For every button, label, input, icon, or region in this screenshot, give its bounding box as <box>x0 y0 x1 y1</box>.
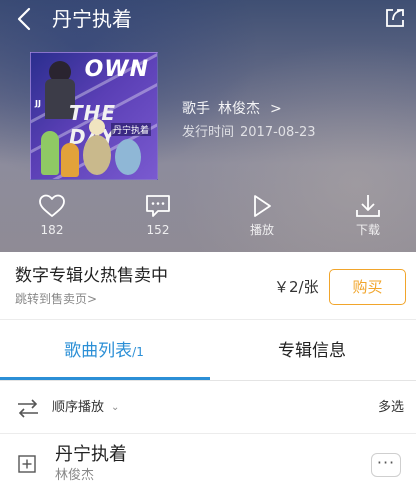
cover-character <box>115 139 141 175</box>
tab-album-info[interactable]: 专辑信息 <box>208 321 416 381</box>
download-icon <box>356 195 380 217</box>
play-button[interactable]: 播放 <box>232 194 292 246</box>
album-header: 丹宁执着 JJ OWN THE DAY 丹宁执着 歌手 林俊杰 > <box>0 0 416 252</box>
buy-button[interactable]: 购买 <box>329 269 406 305</box>
like-button[interactable]: 182 <box>22 194 82 246</box>
chevron-left-icon <box>17 7 31 31</box>
download-label: 下载 <box>355 223 380 237</box>
download-button[interactable]: 下载 <box>338 194 398 246</box>
purchase-link[interactable]: 跳转到售卖页> <box>15 291 97 307</box>
back-button[interactable] <box>12 6 38 32</box>
cover-character <box>83 135 111 175</box>
comment-count: 152 <box>146 223 170 237</box>
cover-character <box>61 143 79 177</box>
tab-album-info-label: 专辑信息 <box>278 341 346 361</box>
heart-icon <box>39 194 65 217</box>
tab-song-list[interactable]: 歌曲列表/1 <box>0 321 208 381</box>
song-artist: 林俊杰 <box>55 468 95 483</box>
comment-icon <box>146 195 170 217</box>
release-date: 2017-08-23 <box>240 125 316 140</box>
song-title: 丹宁执着 <box>55 444 127 465</box>
action-bar: 182 152 播放 下载 <box>0 194 416 246</box>
play-icon <box>254 195 271 217</box>
purchase-title: 数字专辑火热售卖中 <box>15 266 168 286</box>
album-tabs: 歌曲列表/1 专辑信息 <box>0 321 416 381</box>
share-icon <box>386 9 404 27</box>
share-button[interactable] <box>384 7 406 29</box>
multi-select-button[interactable]: 多选 <box>378 399 404 417</box>
chevron-down-icon[interactable]: ⌄ <box>111 399 119 417</box>
like-count: 182 <box>40 223 64 237</box>
playlist-toolbar: 顺序播放 ⌄ 多选 <box>0 382 416 434</box>
add-to-playlist-button[interactable] <box>18 455 36 473</box>
play-order-button[interactable] <box>17 398 39 418</box>
cover-character <box>89 119 105 135</box>
cover-character <box>41 131 59 175</box>
artist-link[interactable]: 歌手 林俊杰 > <box>182 100 316 118</box>
purchase-banner: 数字专辑火热售卖中 跳转到售卖页> ￥2/张 购买 <box>0 252 416 320</box>
album-info: 歌手 林俊杰 > 发行时间 2017-08-23 <box>182 100 316 141</box>
repeat-order-icon <box>18 399 38 418</box>
more-options-button[interactable]: ··· <box>371 453 401 477</box>
artist-name: 林俊杰 <box>218 101 260 117</box>
play-label: 播放 <box>249 223 274 237</box>
chevron-right-icon: > <box>270 101 282 117</box>
cover-jj-text: JJ <box>35 99 41 108</box>
cover-chinese-text: 丹宁执着 <box>110 123 151 136</box>
artist-label: 歌手 <box>182 101 210 117</box>
comment-button[interactable]: 152 <box>128 194 188 246</box>
cover-own-text: OWN <box>84 57 149 82</box>
page-title: 丹宁执着 <box>52 7 132 31</box>
top-bar: 丹宁执着 <box>0 0 416 40</box>
price-label: ￥2/张 <box>274 278 319 296</box>
play-order-label[interactable]: 顺序播放 <box>52 399 104 417</box>
song-row[interactable]: 丹宁执着 林俊杰 ··· <box>0 435 416 487</box>
album-cover[interactable]: JJ OWN THE DAY 丹宁执着 <box>30 52 158 180</box>
release-date-row: 发行时间 2017-08-23 <box>182 125 316 141</box>
plus-square-icon <box>18 455 36 473</box>
release-label: 发行时间 <box>182 125 235 140</box>
tab-song-list-label: 歌曲列表 <box>64 341 133 361</box>
tab-song-count: /1 <box>132 345 144 359</box>
active-tab-indicator <box>0 377 210 380</box>
